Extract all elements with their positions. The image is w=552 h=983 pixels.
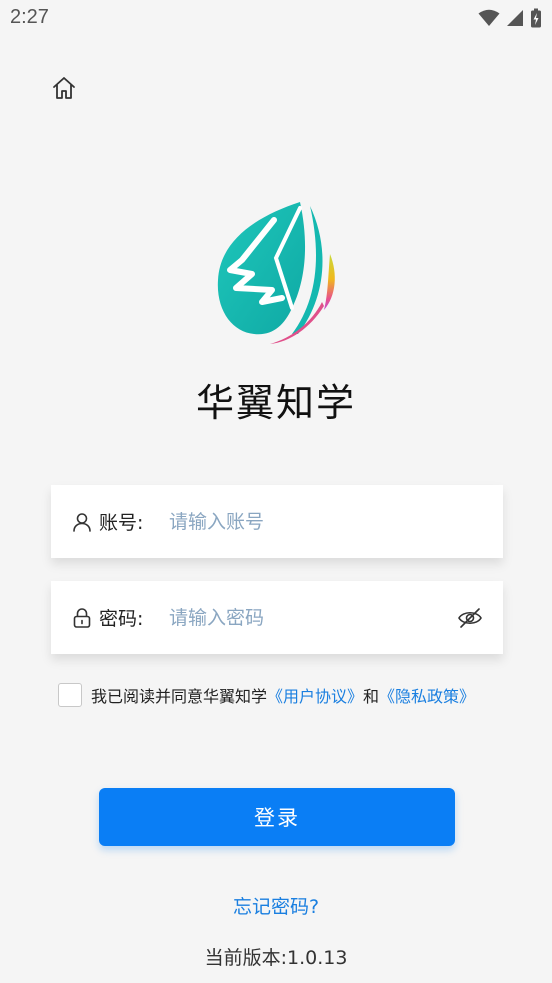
account-field: 账号: bbox=[51, 485, 503, 558]
agreement-text: 我已阅读并同意华翼知学《用户协议》和《隐私政策》 bbox=[91, 683, 475, 707]
app-name: 华翼知学 bbox=[195, 381, 356, 425]
password-input[interactable] bbox=[169, 606, 429, 629]
user-agreement-link[interactable]: 《用户协议》 bbox=[267, 687, 363, 706]
status-icons bbox=[478, 8, 542, 28]
home-icon bbox=[53, 77, 75, 99]
forgot-password-row: 忘记密码? bbox=[0, 892, 552, 919]
wifi-icon bbox=[478, 9, 500, 26]
agreement-conjunction: 和 bbox=[363, 687, 380, 706]
agreement-prefix: 我已阅读并同意华翼知学 bbox=[91, 687, 268, 706]
status-bar: 2:27 bbox=[0, 0, 552, 38]
lock-icon bbox=[73, 607, 91, 628]
battery-charging-icon bbox=[531, 8, 541, 28]
privacy-policy-link[interactable]: 《隐私政策》 bbox=[379, 687, 475, 706]
toggle-password-visibility-button[interactable] bbox=[457, 605, 483, 631]
account-input[interactable] bbox=[169, 510, 429, 533]
home-button[interactable] bbox=[50, 74, 78, 102]
version-text: 当前版本:1.0.13 bbox=[204, 947, 348, 969]
login-button[interactable]: 登录 bbox=[99, 788, 455, 846]
logo-feather-icon bbox=[217, 202, 335, 344]
status-time: 2:27 bbox=[10, 6, 49, 28]
eye-off-icon bbox=[458, 608, 482, 628]
agreement-row: 我已阅读并同意华翼知学《用户协议》和《隐私政策》 bbox=[58, 683, 475, 707]
user-icon bbox=[73, 512, 91, 532]
password-label: 密码: bbox=[99, 608, 144, 630]
forgot-password-link[interactable]: 忘记密码? bbox=[233, 896, 319, 918]
agreement-checkbox[interactable] bbox=[58, 683, 82, 707]
account-label: 账号: bbox=[99, 512, 144, 534]
signal-icon bbox=[507, 10, 523, 26]
password-field: 密码: bbox=[51, 581, 503, 654]
app-logo bbox=[212, 198, 342, 348]
